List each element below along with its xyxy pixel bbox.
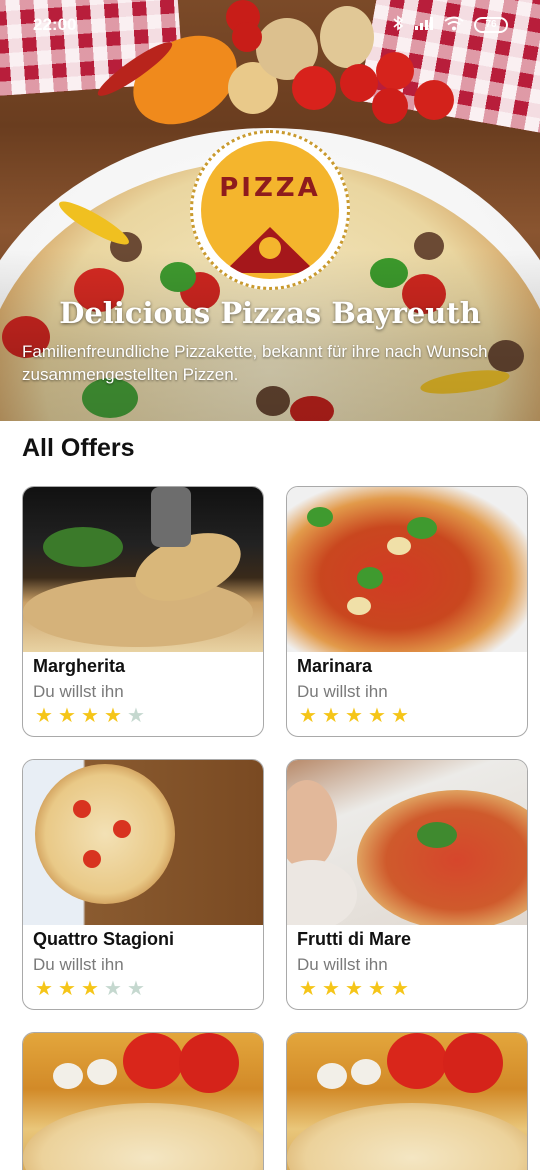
rating-stars: ★ ★ ★ ★ ★ — [297, 706, 411, 726]
logo-badge: PIZZA — [201, 141, 339, 279]
offer-card[interactable] — [22, 1032, 264, 1170]
star-icon: ★ — [299, 705, 317, 727]
tomato-decoration — [340, 64, 378, 102]
star-icon: ★ — [58, 978, 76, 1000]
pizza-photo — [23, 487, 263, 652]
pizza-photo — [287, 487, 527, 652]
pizza-shape — [23, 1103, 263, 1170]
status-bar: 22:00 76 — [0, 0, 540, 50]
offer-card-frutti-di-mare[interactable]: Frutti di Mare Du willst ihn ★ ★ ★ ★ ★ — [286, 759, 528, 1010]
star-icon: ★ — [345, 705, 363, 727]
star-icon: ★ — [322, 978, 340, 1000]
rating-stars: ★ ★ ★ ★ ★ — [297, 979, 411, 999]
mushroom-decoration — [87, 1059, 117, 1085]
bottle-shape — [151, 487, 191, 547]
garlic-decoration — [347, 597, 371, 615]
offer-name: Margherita — [33, 656, 126, 676]
star-icon: ★ — [299, 978, 317, 1000]
offer-name: Marinara — [297, 656, 373, 676]
star-icon: ★ — [127, 705, 145, 727]
offer-name: Quattro Stagioni — [33, 929, 174, 949]
offer-card-margherita[interactable]: Margherita Du willst ihn ★ ★ ★ ★ ★ — [22, 486, 264, 737]
pizza-photo — [23, 760, 263, 925]
star-icon: ★ — [35, 978, 53, 1000]
rating-stars: ★ ★ ★ ★ ★ — [33, 706, 147, 726]
pizza-shape — [35, 764, 175, 904]
sleeve-shape — [287, 860, 357, 925]
tomato-decoration — [179, 1033, 239, 1093]
star-icon: ★ — [81, 705, 99, 727]
offer-card-quattro-stagioni[interactable]: Quattro Stagioni Du willst ihn ★ ★ ★ ★ ★ — [22, 759, 264, 1010]
star-icon: ★ — [345, 978, 363, 1000]
pizza-photo — [23, 1033, 263, 1170]
tomato-decoration — [443, 1033, 503, 1093]
offer-subtitle: Du willst ihn — [297, 682, 388, 701]
mushroom-decoration — [53, 1063, 83, 1089]
star-icon: ★ — [368, 705, 386, 727]
status-icons: 76 — [392, 15, 508, 34]
star-icon: ★ — [127, 978, 145, 1000]
star-icon: ★ — [322, 705, 340, 727]
status-time: 22:00 — [33, 15, 77, 34]
tomato-decoration — [292, 66, 336, 110]
star-icon: ★ — [391, 705, 409, 727]
battery-icon: 76 — [474, 16, 508, 33]
garlic-decoration — [387, 537, 411, 555]
tomato-decoration — [376, 52, 414, 90]
offer-subtitle: Du willst ihn — [297, 955, 388, 974]
offer-name: Frutti di Mare — [297, 929, 412, 949]
rating-stars: ★ ★ ★ ★ ★ — [33, 979, 147, 999]
offer-card[interactable] — [286, 1032, 528, 1170]
tomato-decoration — [372, 88, 408, 124]
tomato-topping — [113, 820, 131, 838]
logo-text: PIZZA — [219, 173, 321, 203]
pizza-shape — [357, 790, 527, 925]
basil-decoration — [407, 517, 437, 539]
pizza-shape — [287, 1103, 527, 1170]
tomato-decoration — [387, 1033, 447, 1089]
basil-decoration — [307, 507, 333, 527]
tomato-topping — [73, 800, 91, 818]
star-icon: ★ — [58, 705, 76, 727]
mushroom-decoration — [351, 1059, 381, 1085]
offer-subtitle: Du willst ihn — [33, 955, 124, 974]
tomato-decoration — [123, 1033, 183, 1089]
star-icon: ★ — [35, 705, 53, 727]
star-icon: ★ — [81, 978, 99, 1000]
star-icon: ★ — [368, 978, 386, 1000]
pizza-logo: PIZZA — [190, 130, 350, 290]
bluetooth-icon — [392, 15, 404, 34]
tomato-topping — [83, 850, 101, 868]
pizza-photo — [287, 1033, 527, 1170]
pizza-photo — [287, 760, 527, 925]
section-title: All Offers — [22, 434, 135, 462]
star-icon: ★ — [391, 978, 409, 1000]
basil-decoration — [417, 822, 457, 848]
basil-decoration — [357, 567, 383, 589]
signal-icon — [414, 16, 434, 33]
star-icon: ★ — [104, 978, 122, 1000]
hand-shape — [287, 780, 337, 870]
wifi-icon — [444, 16, 464, 34]
hero-title: Delicious Pizzas Bayreuth — [59, 296, 481, 330]
offer-card-marinara[interactable]: Marinara Du willst ihn ★ ★ ★ ★ ★ — [286, 486, 528, 737]
tomato-decoration — [414, 80, 454, 120]
hero-subtitle: Familienfreundliche Pizzakette, bekannt … — [22, 342, 488, 384]
herb-decoration — [43, 527, 123, 567]
logo-dot — [259, 237, 281, 259]
offer-subtitle: Du willst ihn — [33, 682, 124, 701]
mushroom-decoration — [317, 1063, 347, 1089]
star-icon: ★ — [104, 705, 122, 727]
